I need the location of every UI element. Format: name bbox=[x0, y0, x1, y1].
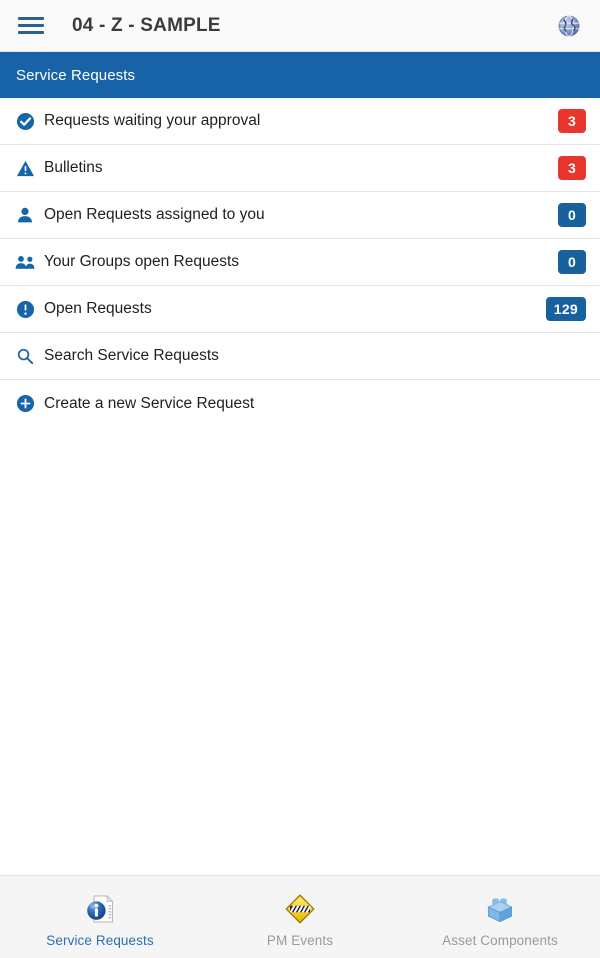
document-info-icon bbox=[82, 891, 118, 927]
people-group-icon bbox=[14, 251, 36, 273]
globe-icon[interactable] bbox=[552, 9, 586, 43]
search-icon bbox=[14, 345, 36, 367]
list-item-your-groups-open-requests[interactable]: Your Groups open Requests 0 bbox=[0, 239, 600, 286]
status-badge: 3 bbox=[558, 109, 586, 133]
tab-label: PM Events bbox=[266, 932, 334, 948]
status-badge: 0 bbox=[558, 203, 586, 227]
status-badge: 3 bbox=[558, 156, 586, 180]
list-item-label: Your Groups open Requests bbox=[44, 253, 240, 270]
exclamation-circle-icon bbox=[14, 298, 36, 320]
list-item-open-requests-assigned-to-you[interactable]: Open Requests assigned to you 0 bbox=[0, 192, 600, 239]
list-item-label: Open Requests bbox=[44, 300, 152, 317]
tab-label: Service Requests bbox=[46, 932, 154, 948]
tab-pm-events[interactable]: PM Events bbox=[200, 876, 400, 958]
app-root: 04 - Z - SAMPLE Service Requests Request… bbox=[0, 0, 600, 958]
list-item-search-service-requests[interactable]: Search Service Requests bbox=[0, 333, 600, 380]
hamburger-bar bbox=[18, 31, 44, 34]
list-item-label: Create a new Service Request bbox=[44, 394, 255, 412]
tab-label: Asset Components bbox=[442, 932, 558, 948]
list-item-bulletins[interactable]: Bulletins 3 bbox=[0, 145, 600, 192]
tab-service-requests[interactable]: Service Requests bbox=[0, 876, 200, 958]
app-bar: 04 - Z - SAMPLE bbox=[0, 0, 600, 52]
status-badge: 129 bbox=[545, 297, 586, 321]
person-icon bbox=[14, 204, 36, 226]
hamburger-bar bbox=[18, 17, 44, 20]
list-item-label: Bulletins bbox=[44, 159, 103, 176]
yellow-diamond-sign-icon bbox=[282, 891, 318, 927]
check-circle-icon bbox=[14, 110, 36, 132]
bottom-navigation: Service Requests PM Events Asset Compone… bbox=[0, 875, 600, 958]
page-title: 04 - Z - SAMPLE bbox=[72, 14, 221, 36]
warning-triangle-icon bbox=[14, 157, 36, 179]
section-header: Service Requests bbox=[0, 52, 600, 98]
plus-circle-icon bbox=[14, 393, 36, 415]
status-badge: 0 bbox=[558, 250, 586, 274]
section-header-title: Service Requests bbox=[16, 66, 136, 84]
list-item-requests-waiting-approval[interactable]: Requests waiting your approval 3 bbox=[0, 98, 600, 145]
list-item-label: Requests waiting your approval bbox=[44, 112, 261, 129]
tab-asset-components[interactable]: Asset Components bbox=[400, 876, 600, 958]
list-item-label: Search Service Requests bbox=[44, 347, 219, 364]
hamburger-menu-icon[interactable] bbox=[18, 12, 46, 40]
list-item-open-requests[interactable]: Open Requests 129 bbox=[0, 286, 600, 333]
list-item-label: Open Requests assigned to you bbox=[44, 206, 265, 223]
blue-brick-cube-icon bbox=[482, 891, 518, 927]
list-item-create-new-service-request[interactable]: Create a new Service Request bbox=[0, 380, 600, 427]
service-requests-list: Requests waiting your approval 3 Bulleti… bbox=[0, 98, 600, 875]
hamburger-bar bbox=[18, 24, 44, 27]
